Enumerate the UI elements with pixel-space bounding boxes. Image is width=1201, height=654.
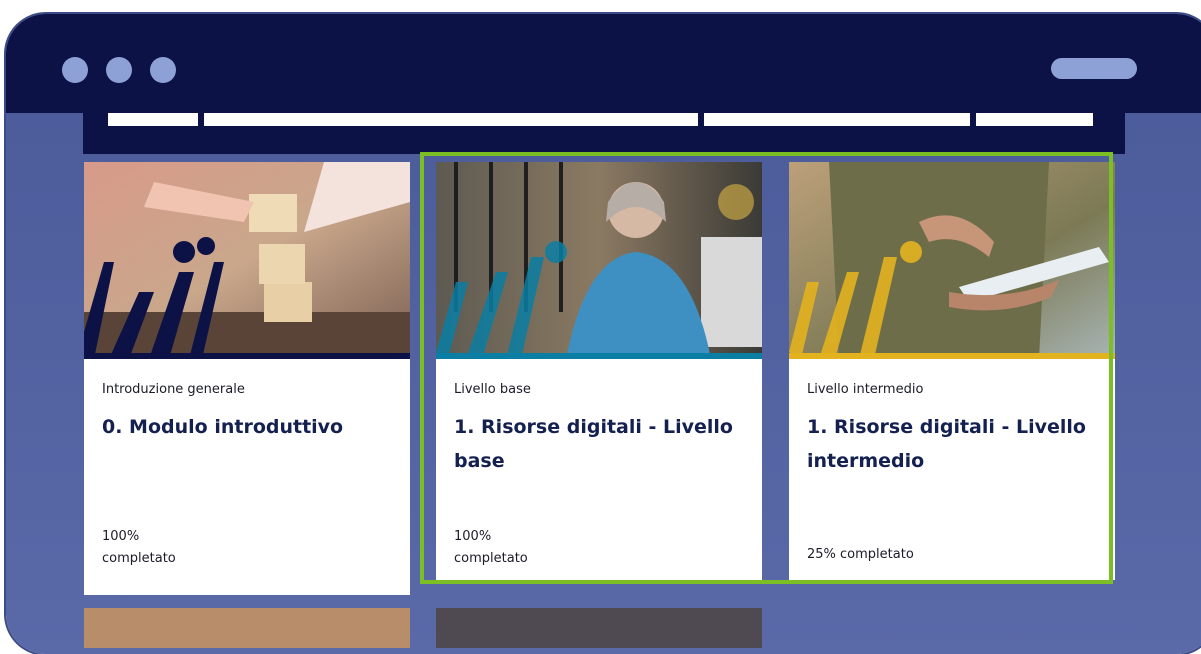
window-dot-icon[interactable]	[150, 57, 176, 83]
window-dot-icon[interactable]	[62, 57, 88, 83]
course-thumbnail	[436, 162, 762, 359]
nav-tab[interactable]	[204, 113, 698, 126]
course-card-partial[interactable]	[84, 608, 410, 648]
nav-tab[interactable]	[704, 113, 970, 126]
course-card[interactable]: Livello intermedio 1. Risorse digitali -…	[789, 162, 1115, 580]
progress-label: completato	[102, 551, 176, 566]
course-progress: 100% completato	[102, 526, 176, 570]
window-pill-button[interactable]	[1051, 58, 1137, 79]
progress-label: completato	[454, 551, 528, 566]
window-titlebar	[6, 14, 1201, 113]
course-category: Introduzione generale	[102, 382, 245, 397]
course-title[interactable]: 0. Modulo introduttivo	[102, 410, 392, 444]
progress-percent: 100%	[102, 529, 140, 544]
course-category: Livello base	[454, 382, 531, 397]
course-progress: 100% completato	[454, 526, 528, 570]
course-card[interactable]: Livello base 1. Risorse digitali - Livel…	[436, 162, 762, 580]
nav-tab[interactable]	[976, 113, 1093, 126]
top-navigation-bar	[83, 113, 1125, 154]
course-card-partial[interactable]	[436, 608, 762, 648]
course-title[interactable]: 1. Risorse digitali - Livello intermedio	[807, 410, 1097, 478]
course-progress: 25% completato	[807, 547, 914, 562]
window-dot-icon[interactable]	[106, 57, 132, 83]
course-card[interactable]: Introduzione generale 0. Modulo introdut…	[84, 162, 410, 595]
course-thumbnail	[84, 162, 410, 359]
course-title[interactable]: 1. Risorse digitali - Livello base	[454, 410, 744, 478]
progress-percent: 100%	[454, 529, 492, 544]
nav-tab[interactable]	[108, 113, 198, 126]
course-category: Livello intermedio	[807, 382, 924, 397]
course-thumbnail	[789, 162, 1115, 359]
